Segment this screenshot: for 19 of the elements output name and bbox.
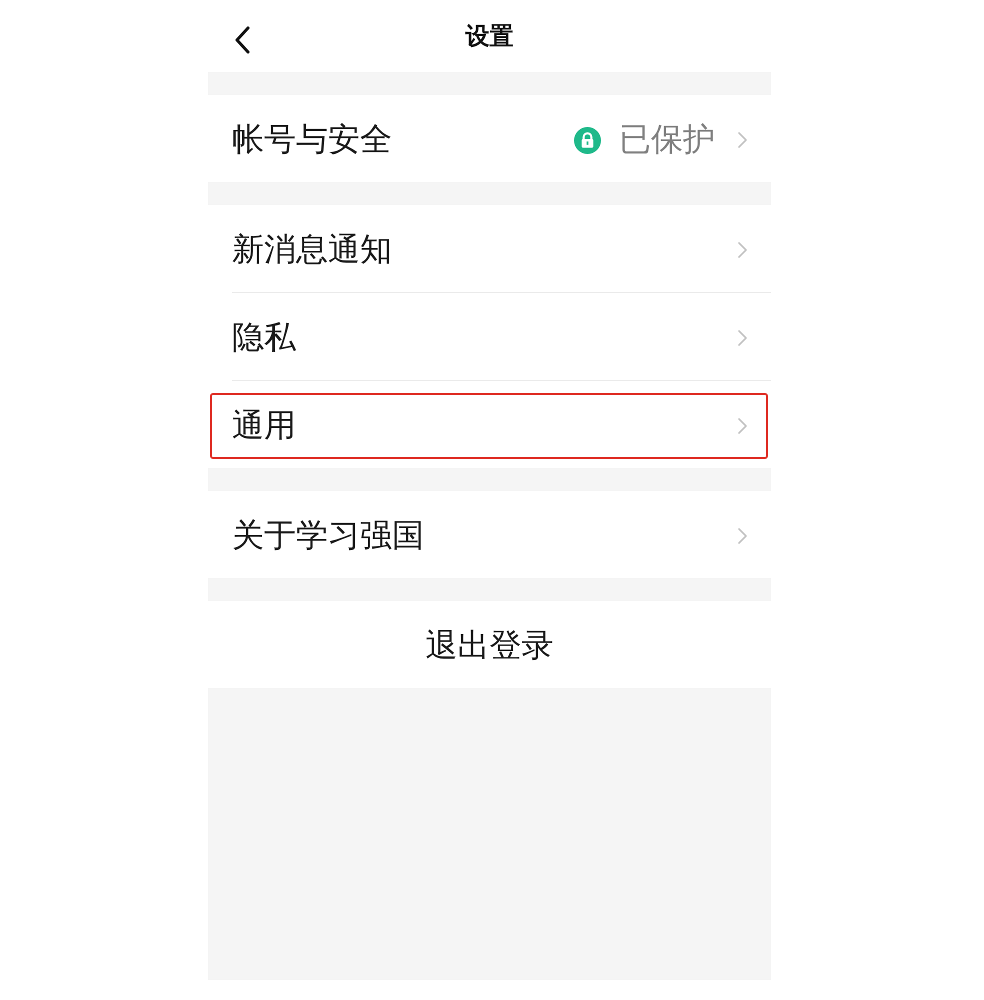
- page-title: 设置: [466, 24, 514, 48]
- chevron-icon: [737, 527, 748, 545]
- chevron-icon: [737, 241, 748, 259]
- item-label: 新消息通知: [232, 232, 392, 268]
- settings-item[interactable]: 隐私: [210, 305, 768, 371]
- item-label: 通用: [232, 408, 296, 444]
- lock-icon: [574, 126, 601, 154]
- chevron-icon: [737, 329, 748, 347]
- chevron-icon: [737, 131, 748, 149]
- status-text: 已保护: [619, 122, 715, 158]
- item-label: 关于学习强国: [232, 518, 424, 554]
- chevron-icon: [737, 417, 748, 435]
- highlighted-settings-item[interactable]: 通用: [210, 393, 768, 459]
- item-label: 隐私: [232, 320, 296, 356]
- settings-item[interactable]: 关于学习强国: [210, 503, 768, 569]
- back-icon[interactable]: [234, 26, 250, 54]
- settings-item[interactable]: 新消息通知: [210, 217, 768, 283]
- settings-item[interactable]: 帐号与安全 已保护: [210, 107, 768, 173]
- item-label: 帐号与安全: [232, 122, 392, 158]
